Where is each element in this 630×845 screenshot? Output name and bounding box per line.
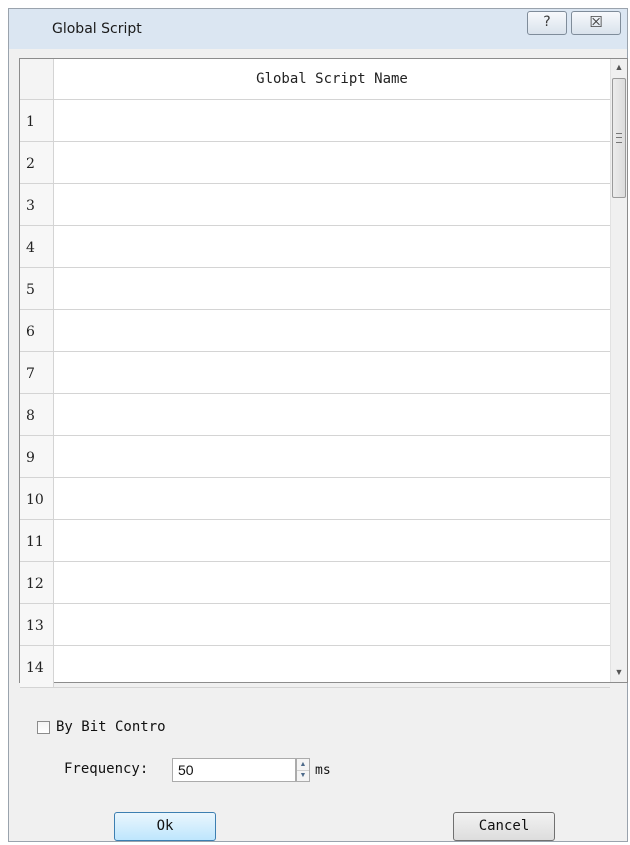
table-row[interactable]: 13: [20, 604, 610, 646]
row-number[interactable]: 4: [20, 226, 54, 267]
frequency-unit: ms: [315, 763, 331, 778]
table-row[interactable]: 12: [20, 562, 610, 604]
script-name-cell[interactable]: [54, 226, 610, 267]
row-number[interactable]: 1: [20, 100, 54, 141]
script-name-cell[interactable]: [54, 268, 610, 309]
table-row[interactable]: 11: [20, 520, 610, 562]
row-number[interactable]: 6: [20, 310, 54, 351]
table-row[interactable]: 14: [20, 646, 610, 688]
bit-control-checkbox[interactable]: [37, 721, 50, 734]
script-table: Global Script Name 1 2 3 4 5 6 7 8 9 10 11 12 13 14 ▲…: [19, 58, 628, 688]
table-row[interactable]: 8: [20, 394, 610, 436]
table-row[interactable]: 9: [20, 436, 610, 478]
spin-down-icon[interactable]: ▼: [297, 770, 309, 781]
header-corner-cell[interactable]: [20, 59, 54, 99]
global-script-dialog: Global Script ? ☒ Global Script Name 123…: [8, 8, 628, 842]
row-number[interactable]: 13: [20, 604, 54, 645]
help-button[interactable]: ?: [527, 11, 567, 35]
row-number[interactable]: 12: [20, 562, 54, 603]
grip-icon: [616, 133, 622, 143]
row-number[interactable]: 10: [20, 478, 54, 519]
scroll-thumb[interactable]: [612, 78, 626, 198]
title-bar[interactable]: Global Script ? ☒: [9, 9, 627, 49]
row-number[interactable]: 11: [20, 520, 54, 561]
script-name-cell[interactable]: [54, 310, 610, 351]
table-row[interactable]: 6: [20, 310, 610, 352]
script-name-cell[interactable]: [54, 352, 610, 393]
script-name-cell[interactable]: [54, 604, 610, 645]
bit-control-label[interactable]: By Bit Contro: [56, 719, 166, 735]
script-name-cell[interactable]: [54, 142, 610, 183]
frequency-spinner[interactable]: ▲ ▼: [296, 758, 310, 782]
row-number[interactable]: 7: [20, 352, 54, 393]
script-name-cell[interactable]: [54, 184, 610, 225]
script-name-cell[interactable]: [54, 646, 610, 687]
scroll-up-arrow-icon[interactable]: ▲: [611, 59, 627, 76]
table-rows: 1 2 3 4 5 6 7 8 9 10 11 12 13 14: [20, 100, 610, 688]
script-name-cell[interactable]: [54, 394, 610, 435]
frequency-input[interactable]: 50: [172, 758, 296, 782]
row-number[interactable]: 9: [20, 436, 54, 477]
table-row[interactable]: 7: [20, 352, 610, 394]
row-number[interactable]: 2: [20, 142, 54, 183]
cancel-button[interactable]: Cancel: [453, 812, 555, 841]
row-number[interactable]: 8: [20, 394, 54, 435]
script-name-cell[interactable]: [54, 520, 610, 561]
script-name-cell[interactable]: [54, 100, 610, 141]
dialog-title: Global Script: [52, 21, 142, 37]
script-name-cell[interactable]: [54, 436, 610, 477]
table-row[interactable]: 3: [20, 184, 610, 226]
help-icon: ?: [543, 14, 551, 30]
table-header: Global Script Name: [20, 59, 610, 100]
column-header-script-name[interactable]: Global Script Name: [54, 59, 610, 99]
table-row[interactable]: 1: [20, 100, 610, 142]
close-button[interactable]: ☒: [571, 11, 621, 35]
vertical-scrollbar[interactable]: ▲ ▼: [610, 59, 627, 682]
row-number[interactable]: 3: [20, 184, 54, 225]
row-number[interactable]: 14: [20, 646, 54, 687]
frequency-label: Frequency:: [64, 761, 149, 777]
script-name-cell[interactable]: [54, 562, 610, 603]
table-row[interactable]: 4: [20, 226, 610, 268]
script-name-cell[interactable]: [54, 478, 610, 519]
ok-button[interactable]: Ok: [114, 812, 216, 841]
table-row[interactable]: 5: [20, 268, 610, 310]
scroll-down-arrow-icon[interactable]: ▼: [611, 664, 627, 681]
table-row[interactable]: 10: [20, 478, 610, 520]
close-icon: ☒: [589, 13, 603, 31]
table-row[interactable]: 2: [20, 142, 610, 184]
row-number[interactable]: 5: [20, 268, 54, 309]
